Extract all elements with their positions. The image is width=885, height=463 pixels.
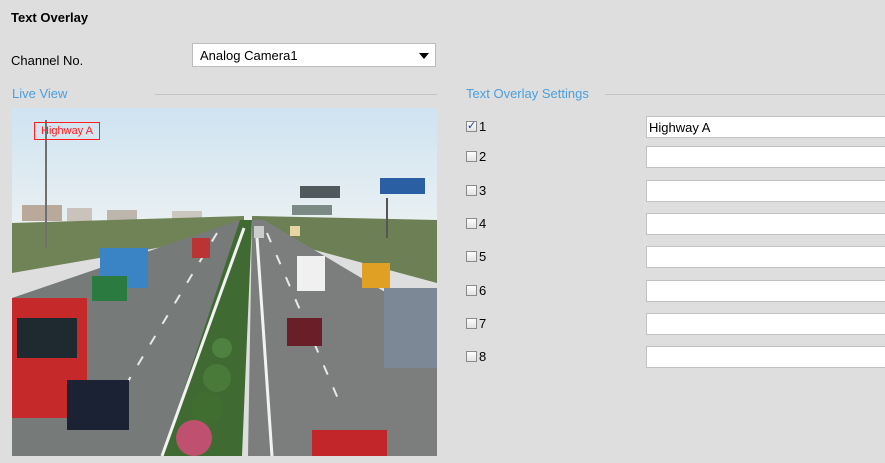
- checkbox-icon[interactable]: [466, 185, 477, 196]
- settings-title: Text Overlay Settings: [466, 86, 597, 101]
- overlay-row-number: 3: [479, 183, 487, 198]
- overlay-text-value: Highway A: [649, 120, 711, 135]
- checkbox-icon[interactable]: [466, 351, 477, 362]
- overlay-row-number: 8: [479, 349, 487, 364]
- overlay-text-field-7[interactable]: [646, 313, 885, 335]
- highway-scene-image: [12, 108, 437, 456]
- overlay-text-field-2[interactable]: [646, 146, 885, 168]
- overlay-row-7: 7: [466, 313, 885, 335]
- overlay-row-number: 7: [479, 316, 487, 331]
- overlay-row-2: 2: [466, 146, 885, 168]
- overlay-text-field-8[interactable]: [646, 346, 885, 368]
- overlay-row-8: 8: [466, 346, 885, 368]
- overlay-row-4: 4: [466, 213, 885, 235]
- channel-label: Channel No.: [11, 53, 84, 68]
- live-view-title: Live View: [12, 86, 76, 101]
- checkbox-icon[interactable]: [466, 251, 477, 262]
- live-view-divider: [155, 94, 437, 95]
- overlay-row-3: 3: [466, 180, 885, 202]
- live-view-video[interactable]: Highway A: [12, 108, 437, 456]
- checkbox-icon[interactable]: [466, 218, 477, 229]
- dropdown-arrow-icon[interactable]: [419, 53, 429, 59]
- overlay-row-number: 2: [479, 149, 487, 164]
- overlay-text-field-3[interactable]: [646, 180, 885, 202]
- overlay-row-1: 1 Highway A: [466, 116, 885, 138]
- overlay-text-field-6[interactable]: [646, 280, 885, 302]
- overlay-row-number: 6: [479, 283, 487, 298]
- checkbox-icon[interactable]: [466, 318, 477, 329]
- overlay-row-number: 1: [479, 119, 487, 134]
- channel-select[interactable]: Analog Camera1: [192, 43, 436, 67]
- overlay-row-6: 6: [466, 280, 885, 302]
- checkbox-icon[interactable]: [466, 285, 477, 296]
- overlay-row-number: 5: [479, 249, 487, 264]
- checkbox-icon[interactable]: [466, 119, 477, 132]
- overlay-row-5: 5: [466, 246, 885, 268]
- channel-select-value: Analog Camera1: [200, 48, 298, 63]
- osd-text-overlay: Highway A: [34, 122, 100, 140]
- overlay-text-field-4[interactable]: [646, 213, 885, 235]
- settings-divider: [605, 94, 885, 95]
- overlay-text-field-1[interactable]: Highway A: [646, 116, 885, 138]
- overlay-row-number: 4: [479, 216, 487, 231]
- page-title: Text Overlay: [11, 10, 89, 25]
- checkbox-icon[interactable]: [466, 151, 477, 162]
- overlay-text-field-5[interactable]: [646, 246, 885, 268]
